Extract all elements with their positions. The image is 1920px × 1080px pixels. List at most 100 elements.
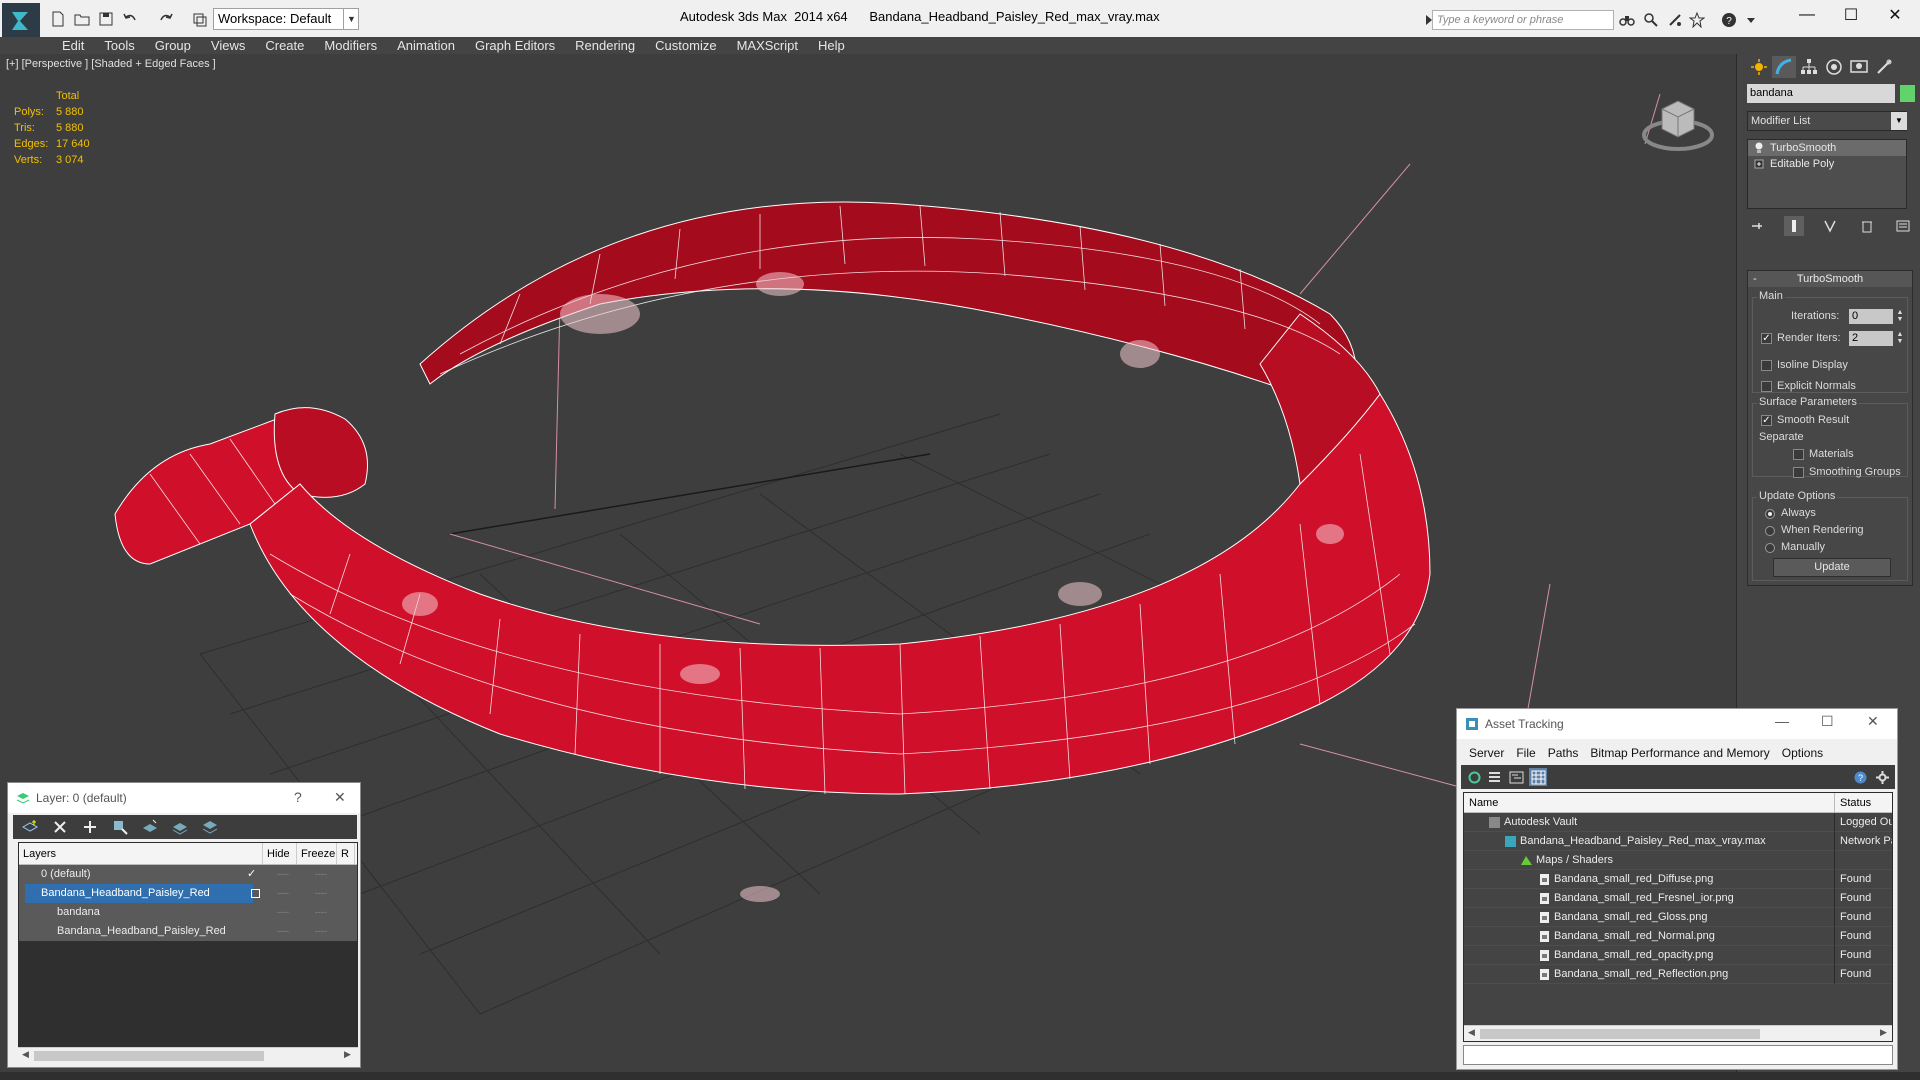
- layer-active-box-icon[interactable]: [251, 889, 260, 898]
- save-file-icon[interactable]: [96, 9, 116, 29]
- explicit-normals-checkbox[interactable]: [1761, 381, 1772, 392]
- modify-tab-icon[interactable]: [1772, 56, 1796, 78]
- column-header-name[interactable]: Name: [1469, 793, 1498, 813]
- hide-toggle[interactable]: ----: [277, 903, 289, 922]
- rollout-header[interactable]: - TurboSmooth: [1748, 271, 1912, 287]
- freeze-toggle[interactable]: ----: [315, 903, 327, 922]
- asset-table[interactable]: Name Status Autodesk Vault Logged Ou Ban…: [1463, 792, 1893, 1042]
- make-unique-icon[interactable]: [1820, 216, 1840, 236]
- asset-row[interactable]: Bandana_small_red_Gloss.png Found: [1464, 908, 1892, 927]
- show-end-result-icon[interactable]: [1783, 216, 1804, 236]
- menu-animation[interactable]: Animation: [387, 37, 465, 54]
- settings-icon[interactable]: [1873, 768, 1891, 786]
- hide-unhide-all-icon[interactable]: [169, 817, 191, 837]
- update-button[interactable]: Update: [1773, 558, 1891, 577]
- refresh-icon[interactable]: [1465, 768, 1483, 786]
- column-header-freeze[interactable]: Freeze: [297, 843, 337, 864]
- asset-row[interactable]: Bandana_small_red_Reflection.png Found: [1464, 965, 1892, 984]
- maximize-button[interactable]: ☐: [1821, 713, 1834, 730]
- menu-server[interactable]: Server: [1463, 741, 1510, 765]
- search-icon[interactable]: [1642, 11, 1660, 29]
- hierarchy-tab-icon[interactable]: [1797, 56, 1821, 78]
- close-button[interactable]: ✕: [1874, 4, 1916, 26]
- column-header-layers[interactable]: Layers: [19, 843, 263, 864]
- menu-edit[interactable]: Edit: [52, 37, 94, 54]
- asset-row[interactable]: Autodesk Vault Logged Ou: [1464, 813, 1892, 832]
- stack-item-editable-poly[interactable]: Editable Poly: [1748, 156, 1906, 172]
- stack-item-turbosmooth[interactable]: TurboSmooth: [1748, 140, 1906, 156]
- pin-stack-icon[interactable]: [1747, 216, 1767, 236]
- table-view-icon[interactable]: [1529, 768, 1547, 786]
- always-radio[interactable]: [1765, 509, 1775, 519]
- close-button[interactable]: ✕: [334, 789, 346, 806]
- freeze-toggle[interactable]: ----: [315, 922, 327, 941]
- menu-tools[interactable]: Tools: [94, 37, 144, 54]
- close-button[interactable]: ✕: [1867, 713, 1879, 730]
- freeze-toggle[interactable]: ----: [315, 865, 327, 884]
- when-rendering-radio[interactable]: [1765, 526, 1775, 536]
- hide-toggle[interactable]: ----: [277, 922, 289, 941]
- highlight-layer-icon[interactable]: [139, 817, 161, 837]
- help-icon[interactable]: ?: [1851, 768, 1869, 786]
- bandana-back-band[interactable]: [419, 201, 1358, 415]
- iterations-input[interactable]: 0: [1849, 309, 1893, 324]
- minimize-button[interactable]: —: [1775, 713, 1789, 729]
- create-tab-icon[interactable]: [1747, 56, 1771, 78]
- smooth-result-checkbox[interactable]: ✓: [1761, 415, 1772, 426]
- menu-options[interactable]: Options: [1776, 741, 1829, 765]
- star-icon[interactable]: [1688, 11, 1706, 29]
- render-iters-input[interactable]: 2: [1849, 331, 1893, 346]
- column-header-status[interactable]: Status: [1840, 793, 1871, 813]
- hold-icon[interactable]: [190, 9, 210, 29]
- lightbulb-icon[interactable]: [1754, 142, 1764, 154]
- layer-row[interactable]: 0 (default) ✓ ---- ----: [19, 865, 357, 884]
- smoothing-groups-checkbox[interactable]: [1793, 467, 1804, 478]
- expand-plus-icon[interactable]: [1754, 158, 1764, 170]
- viewport-label[interactable]: [+] [Perspective ] [Shaded + Edged Faces…: [6, 58, 216, 70]
- menu-graph-editors[interactable]: Graph Editors: [465, 37, 565, 54]
- isoline-display-checkbox[interactable]: [1761, 360, 1772, 371]
- freeze-toggle[interactable]: ----: [315, 884, 327, 903]
- layer-row[interactable]: Bandana_Headband_Paisley_Red ---- ----: [19, 884, 357, 903]
- horizontal-scrollbar[interactable]: ◀ ▶: [18, 1047, 358, 1063]
- freeze-unfreeze-all-icon[interactable]: [199, 817, 221, 837]
- object-color-swatch[interactable]: [1900, 85, 1915, 102]
- spinner-arrows-icon[interactable]: ▲ ▼: [1895, 331, 1905, 346]
- asset-row[interactable]: Bandana_small_red_Fresnel_ior.png Found: [1464, 889, 1892, 908]
- redo-icon[interactable]: [156, 9, 176, 29]
- help-icon[interactable]: ?: [1720, 11, 1738, 29]
- menu-modifiers[interactable]: Modifiers: [314, 37, 387, 54]
- layer-row[interactable]: bandana ---- ----: [19, 903, 357, 922]
- menu-file[interactable]: File: [1510, 741, 1541, 765]
- column-header-hide[interactable]: Hide: [263, 843, 297, 864]
- delete-layer-icon[interactable]: [49, 817, 71, 837]
- hide-toggle[interactable]: ----: [277, 884, 289, 903]
- list-view-icon[interactable]: [1485, 768, 1503, 786]
- select-objects-icon[interactable]: [109, 817, 131, 837]
- menu-group[interactable]: Group: [145, 37, 201, 54]
- layer-row[interactable]: Bandana_Headband_Paisley_Red ---- ----: [19, 922, 357, 941]
- layer-table[interactable]: Layers Hide Freeze R 0 (default) ✓ ---- …: [18, 842, 358, 1052]
- menu-bitmap-performance[interactable]: Bitmap Performance and Memory: [1584, 741, 1775, 765]
- menu-maxscript[interactable]: MAXScript: [727, 37, 808, 54]
- configure-modifier-sets-icon[interactable]: [1893, 216, 1913, 236]
- menu-views[interactable]: Views: [201, 37, 255, 54]
- undo-icon[interactable]: [120, 9, 140, 29]
- display-tab-icon[interactable]: [1847, 56, 1871, 78]
- scrollbar-thumb[interactable]: [34, 1051, 264, 1061]
- asset-row[interactable]: Maps / Shaders: [1464, 851, 1892, 870]
- keyword-search-input[interactable]: Type a keyword or phrase: [1432, 10, 1614, 30]
- asset-row[interactable]: Bandana_small_red_Normal.png Found: [1464, 927, 1892, 946]
- maximize-button[interactable]: ☐: [1830, 4, 1872, 26]
- render-iters-checkbox[interactable]: ✓: [1761, 333, 1772, 344]
- new-file-icon[interactable]: [48, 9, 68, 29]
- horizontal-scrollbar[interactable]: ◀ ▶: [1464, 1025, 1892, 1041]
- communication-center-icon[interactable]: [1666, 11, 1684, 29]
- menu-customize[interactable]: Customize: [645, 37, 726, 54]
- binoculars-icon[interactable]: [1618, 11, 1636, 29]
- scrollbar-thumb[interactable]: [1480, 1029, 1760, 1039]
- app-logo-icon[interactable]: [2, 3, 40, 39]
- utilities-tab-icon[interactable]: [1872, 56, 1896, 78]
- remove-modifier-icon[interactable]: [1857, 216, 1877, 236]
- menu-create[interactable]: Create: [255, 37, 314, 54]
